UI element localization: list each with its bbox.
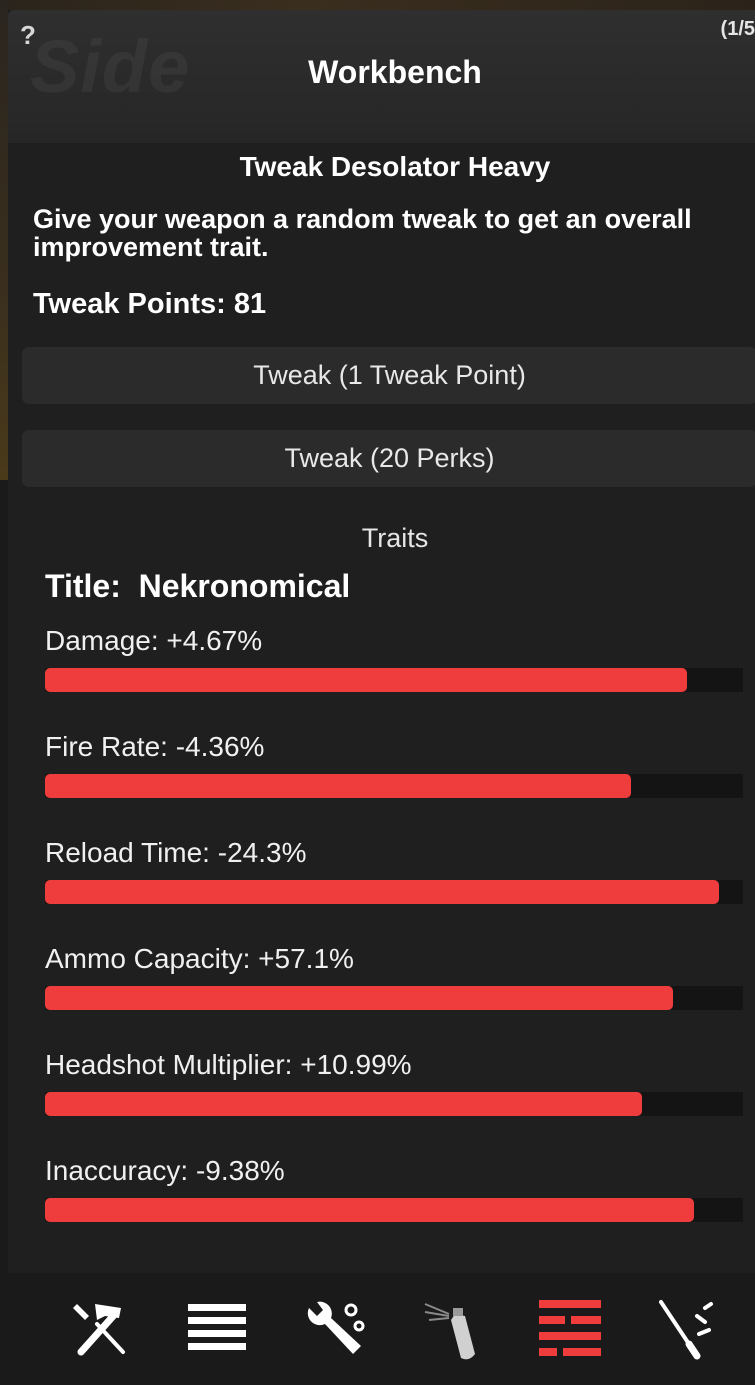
bottom-toolbar bbox=[8, 1273, 755, 1385]
window-title: Workbench bbox=[308, 54, 482, 90]
trait-bar-fill bbox=[45, 774, 632, 798]
trait-bar-track bbox=[45, 1198, 743, 1222]
trait-label: Fire Rate: -4.36% bbox=[45, 731, 265, 762]
trait-bar-track bbox=[45, 986, 743, 1010]
tweak-points: Tweak Points: 81 bbox=[33, 288, 267, 320]
spray-can-icon[interactable] bbox=[418, 1293, 490, 1365]
traits-heading: Traits bbox=[361, 523, 429, 553]
background-scene-left bbox=[0, 0, 8, 480]
tweak-perks-button[interactable]: Tweak (20 Perks) bbox=[22, 430, 755, 487]
trait-damage: Damage: +4.67% bbox=[45, 624, 755, 692]
trait-bar-fill bbox=[45, 986, 674, 1010]
trait-label: Ammo Capacity: +57.1% bbox=[45, 943, 354, 974]
weapon-title: Tweak Desolator Heavy bbox=[239, 151, 551, 182]
tweak-point-button[interactable]: Tweak (1 Tweak Point) bbox=[22, 347, 755, 404]
title-bar: Side ? (1/5 Workbench bbox=[8, 10, 755, 143]
list-icon[interactable] bbox=[181, 1293, 253, 1365]
help-icon[interactable]: ? bbox=[20, 20, 36, 51]
trait-reload-time: Reload Time: -24.3% bbox=[45, 836, 755, 904]
trait-label: Reload Time: -24.3% bbox=[45, 837, 307, 868]
page-counter: (1/5 bbox=[720, 18, 755, 40]
sliders-icon[interactable] bbox=[534, 1293, 606, 1365]
trait-bar-fill bbox=[45, 1198, 695, 1222]
hammer-screwdriver-icon[interactable] bbox=[66, 1293, 138, 1365]
trait-bar-fill bbox=[45, 1092, 642, 1116]
tools-icon[interactable] bbox=[648, 1293, 720, 1365]
trait-bar-fill bbox=[45, 668, 688, 692]
tweak-description: Give your weapon a random tweak to get a… bbox=[33, 204, 692, 262]
tweak-panel: Tweak Desolator Heavy Give your weapon a… bbox=[8, 143, 755, 1273]
trait-inaccuracy: Inaccuracy: -9.38% bbox=[45, 1154, 755, 1222]
trait-bar-track bbox=[45, 668, 743, 692]
trait-bar-track bbox=[45, 774, 743, 798]
trait-headshot-multiplier: Headshot Multiplier: +10.99% bbox=[45, 1048, 755, 1116]
trait-label: Inaccuracy: -9.38% bbox=[45, 1155, 285, 1186]
trait-bar-track bbox=[45, 1092, 743, 1116]
trait-label: Headshot Multiplier: +10.99% bbox=[45, 1049, 412, 1080]
trait-bar-fill bbox=[45, 880, 719, 904]
trait-bar-track bbox=[45, 880, 743, 904]
trait-fire-rate: Fire Rate: -4.36% bbox=[45, 730, 755, 798]
trait-label: Damage: +4.67% bbox=[45, 625, 263, 656]
wrench-gears-icon[interactable] bbox=[298, 1293, 370, 1365]
trait-title: Title: Nekronomical bbox=[45, 568, 351, 604]
trait-ammo-capacity: Ammo Capacity: +57.1% bbox=[45, 942, 755, 1010]
workbench-window: Side ? (1/5 Workbench Tweak Desolator He… bbox=[8, 10, 755, 1385]
